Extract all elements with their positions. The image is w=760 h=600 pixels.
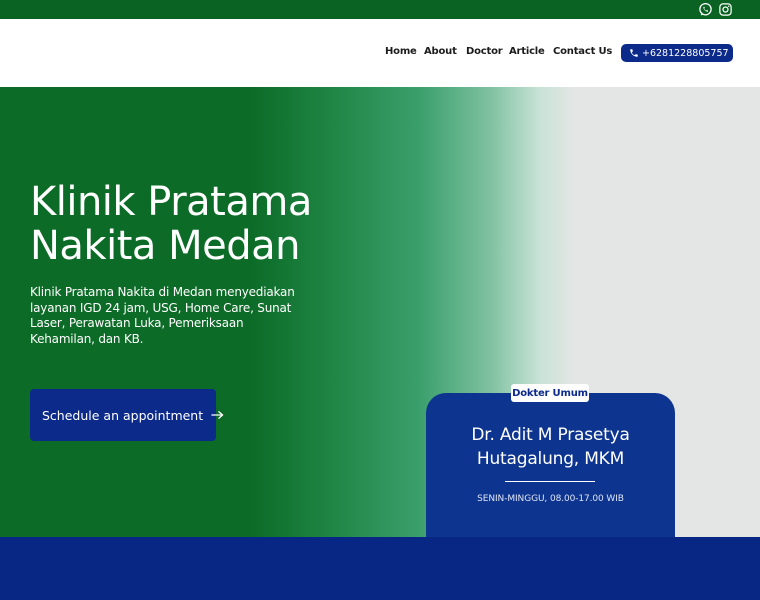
hero-section: Klinik Pratama Nakita Medan Klinik Prata… — [0, 87, 760, 537]
hero-title-line-1: Klinik Pratama — [30, 179, 312, 225]
doctor-divider — [505, 481, 595, 482]
arrow-right-icon — [211, 411, 224, 419]
doctor-specialty-badge: Dokter Umum — [511, 384, 589, 402]
doctor-name-line-2: Hutagalung, MKM — [476, 449, 625, 469]
doctor-name: Dr. Adit M Prasetya Hutagalung, MKM — [426, 423, 675, 471]
nav-doctor[interactable]: Doctor — [466, 46, 503, 57]
hero-description: Klinik Pratama Nakita di Medan menyediak… — [30, 285, 295, 346]
nav-article[interactable]: Article — [509, 46, 545, 57]
hero-title: Klinik Pratama Nakita Medan — [30, 180, 360, 268]
doctor-name-line-1: Dr. Adit M Prasetya — [471, 425, 630, 445]
phone-icon — [630, 49, 638, 57]
next-section-band — [0, 537, 760, 600]
navbar: Home About Doctor Article Contact Us +62… — [0, 19, 760, 87]
whatsapp-icon[interactable] — [698, 2, 713, 17]
top-bar — [0, 0, 760, 19]
phone-number: +6281228805757 — [642, 47, 729, 59]
phone-button[interactable]: +6281228805757 — [621, 44, 733, 62]
cta-label: Schedule an appointment — [42, 407, 204, 423]
nav-home[interactable]: Home — [385, 46, 417, 57]
schedule-appointment-button[interactable]: Schedule an appointment — [30, 389, 224, 441]
nav-contact-us[interactable]: Contact Us — [553, 46, 612, 57]
hero-title-line-2: Nakita Medan — [30, 223, 301, 269]
nav-about[interactable]: About — [424, 46, 457, 57]
doctor-schedule: SENIN-MINGGU, 08.00-17.00 WIB — [477, 494, 624, 504]
instagram-icon[interactable] — [718, 2, 733, 17]
